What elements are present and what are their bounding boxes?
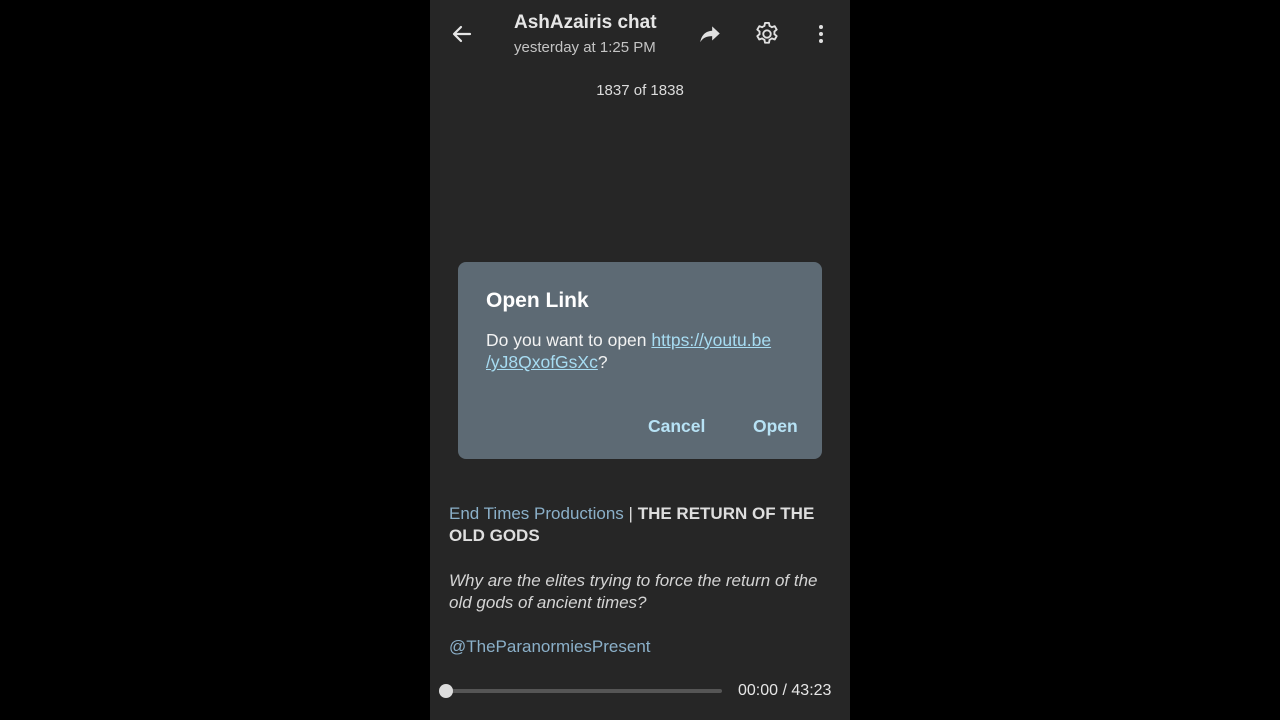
open-link-dialog: Open Link Do you want to open https://yo… [458,262,822,459]
dialog-link-part1[interactable]: https://youtu.be [651,330,771,350]
media-counter: 1837 of 1838 [430,82,850,99]
media-viewer-screen: AshAzairis chat yesterday at 1:25 PM 183… [430,0,850,720]
dialog-title: Open Link [486,289,589,312]
more-vertical-icon [819,25,823,43]
channel-link[interactable]: End Times Productions [449,504,624,523]
playback-time: 00:00 / 43:23 [738,682,831,700]
settings-button[interactable] [750,17,784,51]
dialog-prompt: Do you want to open [486,330,652,350]
dialog-link-part2[interactable]: /yJ8QxofGsXc [486,352,598,372]
gear-icon [756,21,778,44]
dialog-message: Do you want to open https://youtu.be/yJ8… [486,329,804,373]
caption-separator: | [623,504,638,523]
open-button[interactable]: Open [753,416,798,437]
forward-button[interactable] [694,18,726,50]
time-separator: / [778,682,792,699]
mention-link[interactable]: @TheParanormiesPresent [449,637,651,657]
back-button[interactable] [446,18,478,50]
more-options-button[interactable] [806,18,836,50]
chat-title: AshAzairis chat [514,12,657,33]
counter-current: 1837 [596,82,630,99]
top-bar: AshAzairis chat yesterday at 1:25 PM [430,0,850,70]
cancel-button[interactable]: Cancel [648,416,705,437]
dialog-suffix: ? [597,352,608,372]
seek-bar[interactable] [439,684,722,698]
arrow-left-icon [452,25,472,43]
message-timestamp: yesterday at 1:25 PM [514,39,656,56]
counter-of: of [633,82,647,99]
current-time: 00:00 [738,682,779,699]
share-forward-icon [700,26,720,43]
counter-total: 1838 [650,82,684,99]
seek-thumb[interactable] [439,684,453,698]
duration: 43:23 [791,682,832,699]
caption-heading: End Times Productions | THE RETURN OF TH… [449,503,829,547]
caption-description: Why are the elites trying to force the r… [449,571,818,612]
